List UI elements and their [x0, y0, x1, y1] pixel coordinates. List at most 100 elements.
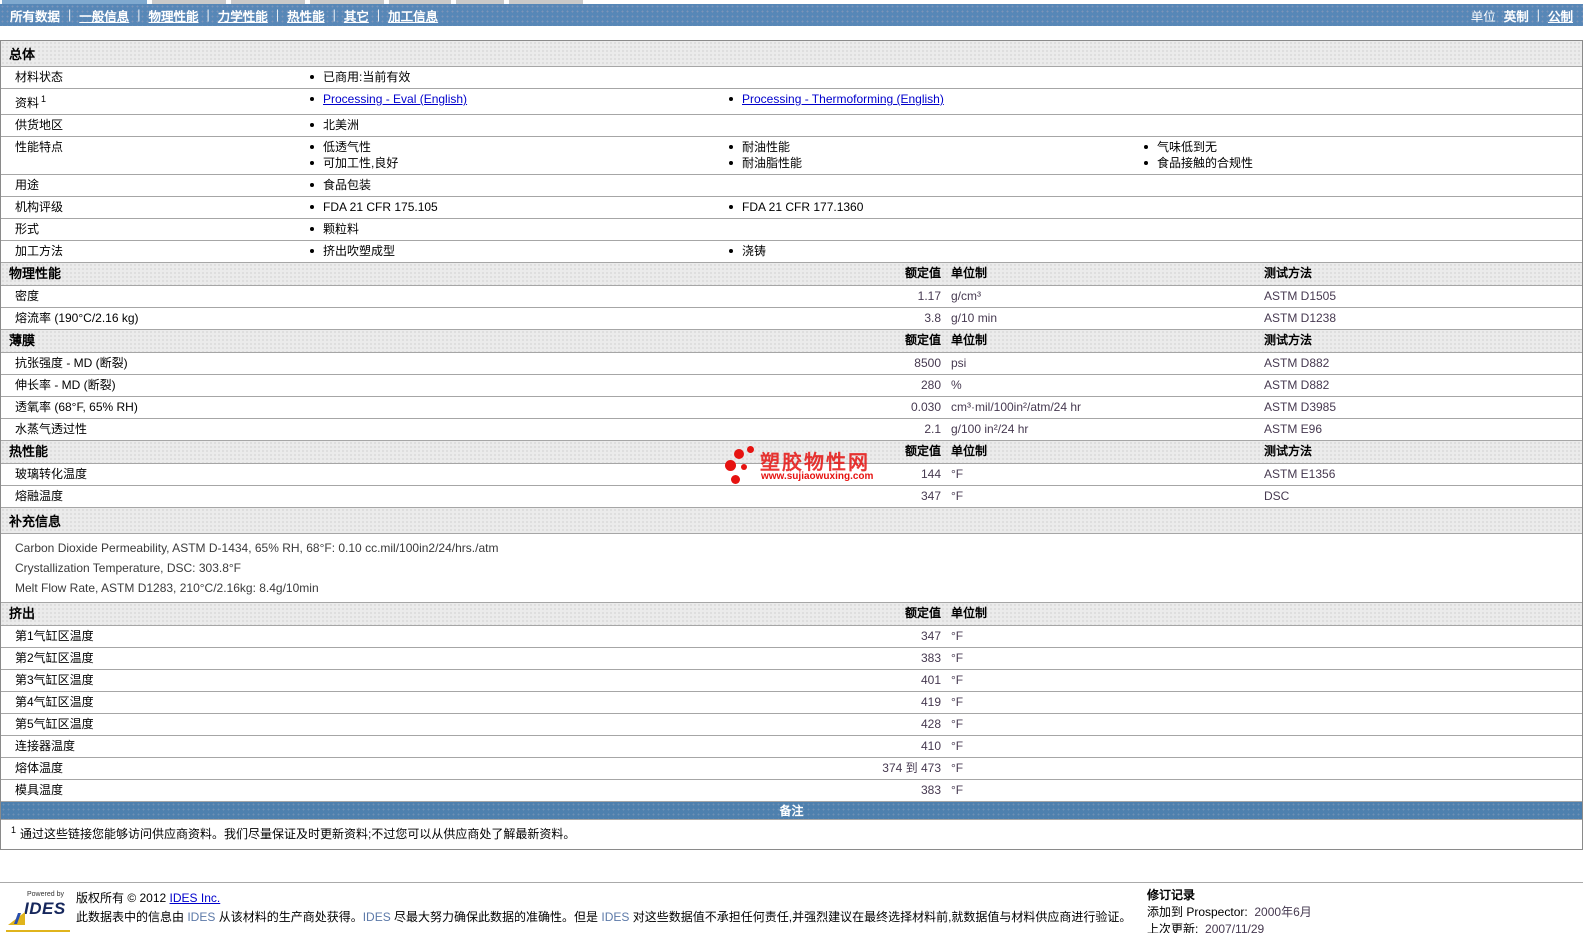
property-unit: °F — [951, 761, 964, 775]
bullet-column — [729, 67, 1144, 88]
property-unit: °F — [951, 695, 964, 709]
disclaimer-part: 尽最大努力确保此数据的准确性。但是 — [390, 910, 602, 924]
property-value: 280 — [920, 378, 941, 392]
property-value: 374 到 473 — [882, 761, 941, 775]
supplemental-line: Crystallization Temperature, DSC: 303.8°… — [15, 561, 242, 575]
column-header-unit-system: 单位制 — [951, 606, 988, 620]
property-label: 熔体温度 — [15, 761, 64, 775]
test-method: ASTM E96 — [1264, 422, 1323, 436]
copyright-text: 版权所有 © 2012 — [76, 891, 170, 905]
bullet-item: Processing - Eval (English) — [310, 91, 729, 107]
footnote-marker: 1 — [11, 825, 17, 835]
nav-tab-7[interactable]: 加工信息 — [388, 6, 438, 25]
revision-title: 修订记录 — [1147, 888, 1196, 902]
unit-imperial-active[interactable]: 英制 — [1504, 6, 1529, 25]
powered-by-label: Powered by — [27, 891, 64, 898]
nav-separator: | — [376, 8, 381, 22]
document-link[interactable]: Processing - Eval (English) — [323, 91, 467, 107]
bullet-column: FDA 21 CFR 175.105 — [310, 197, 729, 218]
table-row: 资料 1 Processing - Eval (English) Processing… — [1, 89, 1582, 115]
section-header: 热性能 额定值 单位制 测试方法 — [1, 441, 1582, 464]
revision-row: 上次更新: 2007/11/29 — [1147, 921, 1312, 933]
nav-tab-6[interactable]: 其它 — [344, 6, 369, 25]
section-title: 补充信息 — [9, 514, 62, 529]
nav-tab-1[interactable]: 所有数据 — [10, 6, 60, 25]
bullet-column — [1144, 219, 1582, 240]
table-row: 熔体温度 374 到 473 °F — [1, 758, 1582, 780]
property-label: 供货地区 — [15, 118, 64, 132]
footnote-row: 1 通过这些链接您能够访问供应商资料。我们尽量保证及时更新资料;不过您可以从供应商… — [1, 820, 1582, 849]
table-row: 第1气缸区温度 347 °F — [1, 626, 1582, 648]
revision-value: 2007/11/29 — [1205, 922, 1265, 933]
tab-remnant — [310, 0, 384, 4]
nav-tabs: 所有数据 | 一般信息 | 物理性能 | 力学性能 | 热性能 | 其它 | 加工信息 — [10, 6, 438, 25]
bullet-column: 颗粒料 — [310, 219, 729, 240]
test-method: ASTM D1238 — [1264, 311, 1337, 325]
bullet-icon — [729, 205, 733, 209]
nav-tab-4[interactable]: 力学性能 — [218, 6, 268, 25]
bullet-icon — [729, 161, 733, 165]
property-unit: °F — [951, 717, 964, 731]
column-header-test-method: 测试方法 — [1264, 444, 1313, 458]
revision-record: 修订记录 添加到 Prospector: 2000年6月 上次更新: 2007/… — [1147, 887, 1312, 933]
bullet-item: 浇铸 — [729, 243, 1144, 259]
document-link[interactable]: Processing - Thermoforming (English) — [742, 91, 944, 107]
tab-remnant — [456, 0, 504, 4]
column-header-rated-value: 额定值 — [904, 606, 941, 620]
table-row: 密度 1.17 g/cm³ ASTM D1505 — [1, 286, 1582, 308]
property-value: 2.1 — [924, 422, 941, 436]
bullet-text: 食品接触的合规性 — [1157, 156, 1254, 170]
bullet-icon — [1144, 145, 1148, 149]
property-label: 第4气缸区温度 — [15, 695, 94, 709]
unit-metric-link[interactable]: 公制 — [1548, 6, 1573, 25]
property-unit: °F — [951, 629, 964, 643]
table-row: 第5气缸区温度 428 °F — [1, 714, 1582, 736]
test-method — [1254, 670, 1582, 691]
property-unit: °F — [951, 673, 964, 687]
bullet-column — [1144, 67, 1582, 88]
disclaimer-part: 对这些数据值不承担任何责任,并强烈建议在最终选择材料前,就数据值与材料供应商进行… — [629, 910, 1132, 924]
tab-remnant — [2, 0, 147, 4]
test-method: DSC — [1264, 489, 1290, 503]
ides-logo: Powered by IDES — [6, 890, 70, 932]
property-value: 347 — [920, 489, 941, 503]
test-method: ASTM D882 — [1264, 356, 1330, 370]
bullet-text: 颗粒料 — [323, 222, 360, 236]
ides-brand-text: IDES — [24, 899, 66, 918]
bullet-column — [1144, 197, 1582, 218]
bullet-icon — [729, 97, 733, 101]
nav-tab-2[interactable]: 一般信息 — [79, 6, 129, 25]
bullet-item: FDA 21 CFR 177.1360 — [729, 199, 1144, 215]
ides-inc-link[interactable]: IDES Inc. — [170, 891, 221, 905]
disclaimer-part: 此数据表中的信息由 — [76, 910, 188, 924]
test-method: ASTM D3985 — [1264, 400, 1337, 414]
bullet-icon — [310, 183, 314, 187]
section-header: 挤出 额定值 单位制 — [1, 603, 1582, 626]
table-row: 模具温度 383 °F — [1, 780, 1582, 802]
units-label: 单位 — [1470, 9, 1496, 24]
bullet-icon — [729, 145, 733, 149]
property-unit: cm³·mil/100in²/atm/24 hr — [951, 400, 1082, 414]
bullet-item: 食品包装 — [310, 177, 729, 193]
test-method — [1254, 648, 1582, 669]
bullet-column — [729, 115, 1144, 136]
bullet-text: 浇铸 — [742, 244, 767, 258]
bullet-text: 耐油脂性能 — [742, 156, 803, 170]
nav-tab-5[interactable]: 热性能 — [287, 6, 325, 25]
tab-remnant — [509, 0, 583, 4]
nav-tab-3[interactable]: 物理性能 — [149, 6, 199, 25]
property-unit: g/10 min — [951, 311, 998, 325]
bullet-column: 食品包装 — [310, 175, 729, 196]
column-header-unit-system: 单位制 — [951, 444, 988, 458]
bullet-item: Processing - Thermoforming (English) — [729, 91, 1144, 107]
property-label: 第3气缸区温度 — [15, 673, 94, 687]
property-value: 383 — [920, 783, 941, 797]
column-header-rated-value: 额定值 — [904, 266, 941, 280]
property-label: 熔融温度 — [15, 489, 64, 503]
section-title: 物理性能 — [9, 266, 62, 281]
bullet-icon — [310, 161, 314, 165]
column-header-test-method — [1254, 603, 1582, 625]
bullet-icon — [1144, 161, 1148, 165]
property-unit: °F — [951, 651, 964, 665]
property-label: 第5气缸区温度 — [15, 717, 94, 731]
